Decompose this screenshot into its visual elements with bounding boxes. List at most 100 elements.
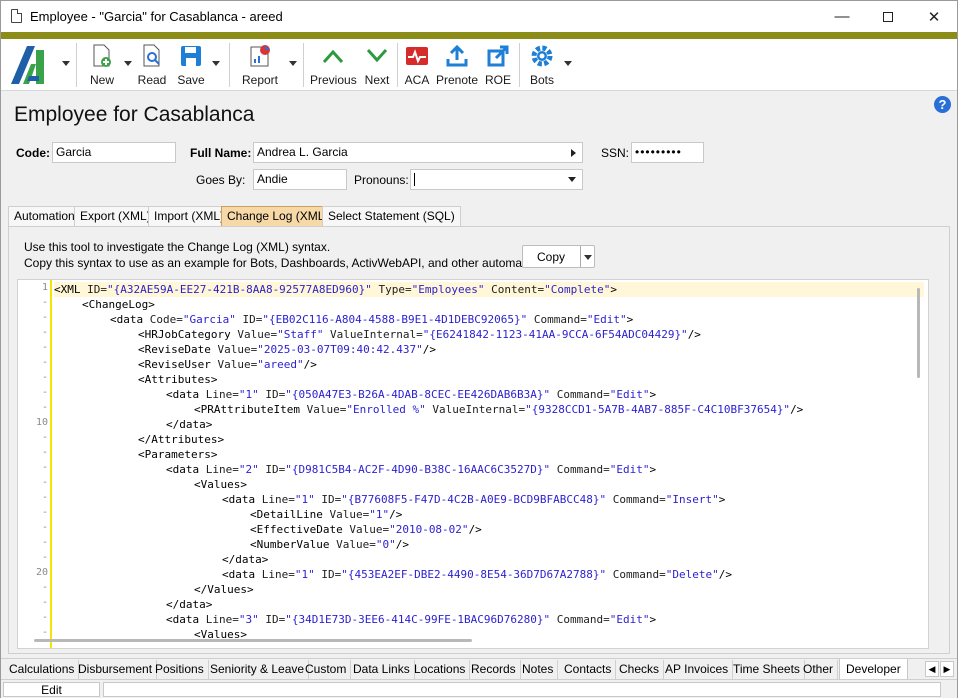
tab-scroll-right-icon[interactable]: ▶ — [940, 661, 954, 677]
previous-label: Previous — [310, 73, 357, 87]
bottom-tab-ap-invoices[interactable]: AP Invoices — [661, 660, 734, 679]
roe-button[interactable]: ROE — [484, 43, 512, 87]
xml-tag: > — [718, 493, 726, 506]
tab-select-statement-sql[interactable]: Select Statement (SQL) — [322, 206, 461, 226]
tab-import-xml[interactable]: Import (XML) — [148, 206, 231, 226]
close-button[interactable]: ✕ — [911, 1, 957, 32]
line-number: 1 — [41, 282, 48, 293]
help-icon[interactable]: ? — [934, 96, 951, 113]
bottom-tab-contacts[interactable]: Contacts — [560, 660, 617, 679]
new-button[interactable]: New — [87, 43, 117, 87]
attribute-name: Command= — [606, 568, 666, 581]
attribute-value: "{A32AE59A-EE27-421B-8AA8-92577A8ED960}" — [107, 283, 372, 296]
xml-tag: > — [610, 283, 617, 296]
attribute-value: "{E6241842-1123-41AA-9CCA-6F54ADC04429}" — [422, 328, 688, 341]
attribute-name: Command= — [550, 388, 610, 401]
code-line: <EffectiveDate Value="2010-08-02"/> — [54, 522, 924, 537]
attribute-name: Code= — [143, 313, 183, 326]
line-number: - — [41, 597, 48, 608]
attribute-name: ID= — [258, 613, 286, 626]
attribute-value: "{EB02C116-A804-4588-B9E1-4D1DEBC92065}" — [262, 313, 528, 326]
copy-label: Copy — [536, 250, 565, 264]
line-number: - — [41, 312, 48, 323]
previous-button[interactable]: Previous — [310, 43, 357, 87]
xml-tag: <ReviseDate — [138, 343, 211, 356]
copy-dropdown-arrow[interactable] — [584, 255, 592, 260]
bottom-tab-locations[interactable]: Locations — [410, 660, 471, 679]
attribute-name: Value= — [329, 538, 376, 551]
attribute-value: "{D981C5B4-AC2F-4D90-B38C-16AAC6C3527D}" — [285, 463, 551, 476]
fullname-field[interactable]: Andrea L. Garcia — [253, 142, 583, 163]
bottom-tab-notes[interactable]: Notes — [518, 660, 559, 679]
attribute-value: "{34D1E73D-3EE6-414C-99FE-1BAC96D76280}" — [285, 613, 551, 626]
bottom-tab-custom[interactable]: Custom — [301, 660, 352, 679]
bots-dropdown-arrow[interactable] — [564, 61, 572, 66]
minimize-button[interactable]: — — [819, 1, 865, 32]
read-button[interactable]: Read — [136, 43, 168, 87]
code-line: <data Line="1" ID="{050A47E3-B26A-4DAB-8… — [54, 387, 924, 402]
xml-tag: /> — [687, 328, 701, 341]
line-number: - — [41, 612, 48, 623]
attribute-name: ID= — [258, 463, 286, 476]
save-dropdown-arrow[interactable] — [212, 61, 220, 66]
copy-button[interactable]: Copy — [522, 245, 595, 268]
bottom-tab-other[interactable]: Other — [799, 660, 839, 679]
aca-button[interactable]: ACA — [403, 43, 431, 87]
read-label: Read — [137, 73, 167, 87]
maximize-button[interactable] — [865, 1, 911, 32]
fullname-label: Full Name: — [190, 146, 252, 160]
external-link-icon — [487, 45, 509, 67]
bottom-tab-positions[interactable]: Positions — [151, 660, 209, 679]
attribute-value: "Edit" — [609, 613, 650, 626]
tab-change-log-xml[interactable]: Change Log (XML) — [221, 206, 335, 226]
expand-arrow-icon[interactable] — [571, 149, 576, 157]
prenote-button[interactable]: Prenote — [436, 43, 478, 87]
bottom-tab-records[interactable]: Records — [467, 660, 521, 679]
save-button[interactable]: Save — [175, 43, 207, 87]
xml-tag: </data> — [166, 598, 213, 611]
tab-export-xml[interactable]: Export (XML) — [74, 206, 157, 226]
horizontal-scrollbar[interactable] — [34, 639, 472, 642]
code-field[interactable]: Garcia — [52, 142, 176, 163]
panel-info: Use this tool to investigate the Change … — [24, 239, 545, 271]
bottom-tab-disbursement[interactable]: Disbursement — [74, 660, 158, 679]
bottom-tab-data-links[interactable]: Data Links — [349, 660, 415, 679]
upload-icon — [446, 45, 468, 67]
bottom-tab-time-sheets[interactable]: Time Sheets — [729, 660, 805, 679]
report-dropdown-arrow[interactable] — [289, 61, 297, 66]
line-number: - — [41, 297, 48, 308]
app-logo-button[interactable] — [9, 44, 50, 86]
tab-scroll-left-icon[interactable]: ◀ — [925, 661, 939, 677]
goesby-field[interactable]: Andie — [253, 169, 347, 190]
bottom-tab-seniority-leave[interactable]: Seniority & Leave — [206, 660, 310, 679]
next-button[interactable]: Next — [361, 43, 393, 87]
toolbar-separator — [519, 43, 520, 87]
attribute-value: "2" — [238, 463, 259, 476]
code-line: <NumberValue Value="0"/> — [54, 537, 924, 552]
bots-button[interactable]: Bots — [527, 43, 557, 87]
bottom-tab-calculations[interactable]: Calculations — [5, 660, 80, 679]
attribute-value: "Complete" — [544, 283, 611, 296]
xml-tag: /> — [395, 538, 409, 551]
xml-code-editor[interactable]: 1- - - - - - - -10- - - - - - - - -20- - - - <XML ID="{A32… — [17, 279, 929, 649]
logo-dropdown-arrow[interactable] — [62, 61, 70, 66]
report-button[interactable]: Report — [240, 43, 280, 87]
bottom-tab-strip: ◀ ▶ Calculations Disbursement Positions Sen… — [1, 658, 957, 680]
chevron-down-icon[interactable] — [568, 177, 576, 182]
ssn-label: SSN: — [601, 146, 630, 160]
fullname-value: Andrea L. Garcia — [257, 145, 348, 159]
status-bar: Edit — [1, 679, 957, 698]
bottom-tab-developer[interactable]: Developer — [839, 659, 908, 680]
xml-tag: <DetailLine — [250, 508, 323, 521]
attribute-name: Line= — [199, 388, 239, 401]
bottom-tab-checks[interactable]: Checks — [615, 660, 665, 679]
ssn-field[interactable]: ••••••••• — [631, 142, 704, 163]
toolbar-separator — [303, 43, 304, 87]
attribute-name: Type= — [371, 283, 412, 296]
new-dropdown-arrow[interactable] — [124, 61, 132, 66]
tab-automation[interactable]: Automation — [8, 206, 81, 226]
attribute-name: Line= — [255, 568, 295, 581]
pronouns-select[interactable] — [410, 169, 583, 190]
line-number: - — [41, 522, 48, 533]
vertical-scrollbar[interactable] — [917, 288, 920, 378]
